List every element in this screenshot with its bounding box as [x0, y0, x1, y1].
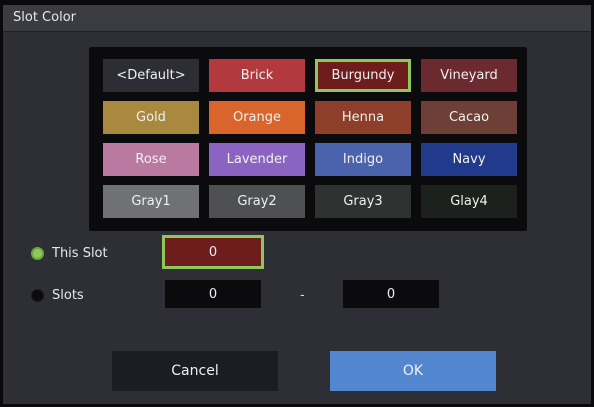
title-bar: Slot Color — [3, 5, 591, 32]
color-swatch-gray2[interactable]: Gray2 — [209, 185, 305, 218]
this-slot-label: This Slot — [52, 246, 108, 261]
color-swatch-vineyard[interactable]: Vineyard — [421, 59, 517, 92]
slot-color-dialog: Slot Color <Default> Brick Burgundy Vineyar… — [0, 0, 594, 407]
slots-radio-icon[interactable] — [31, 289, 44, 302]
color-swatch-navy[interactable]: Navy — [421, 143, 517, 176]
this-slot-radio-icon[interactable] — [31, 247, 44, 260]
ok-button[interactable]: OK — [330, 351, 496, 391]
color-swatch-gray1[interactable]: Gray1 — [103, 185, 199, 218]
color-swatch-gold[interactable]: Gold — [103, 101, 199, 134]
slots-to-field[interactable]: 0 — [343, 280, 439, 308]
color-swatch-henna[interactable]: Henna — [315, 101, 411, 134]
color-swatch-glay4[interactable]: Glay4 — [421, 185, 517, 218]
color-swatch-gray3[interactable]: Gray3 — [315, 185, 411, 218]
this-slot-value-field[interactable]: 0 — [162, 235, 264, 269]
slots-range-separator: - — [300, 288, 305, 303]
color-swatch-lavender[interactable]: Lavender — [209, 143, 305, 176]
cancel-button[interactable]: Cancel — [112, 351, 278, 391]
color-swatch-default[interactable]: <Default> — [103, 59, 199, 92]
color-swatch-rose[interactable]: Rose — [103, 143, 199, 176]
color-swatch-burgundy[interactable]: Burgundy — [315, 59, 411, 92]
color-swatch-cacao[interactable]: Cacao — [421, 101, 517, 134]
this-slot-option[interactable]: This Slot — [31, 246, 108, 261]
dialog-title: Slot Color — [13, 10, 76, 25]
color-palette: <Default> Brick Burgundy Vineyard Gold Orange… — [89, 47, 527, 231]
color-swatch-brick[interactable]: Brick — [209, 59, 305, 92]
slots-label: Slots — [52, 288, 84, 303]
slots-from-field[interactable]: 0 — [165, 280, 261, 308]
color-swatch-indigo[interactable]: Indigo — [315, 143, 411, 176]
slots-option[interactable]: Slots — [31, 288, 84, 303]
color-swatch-orange[interactable]: Orange — [209, 101, 305, 134]
